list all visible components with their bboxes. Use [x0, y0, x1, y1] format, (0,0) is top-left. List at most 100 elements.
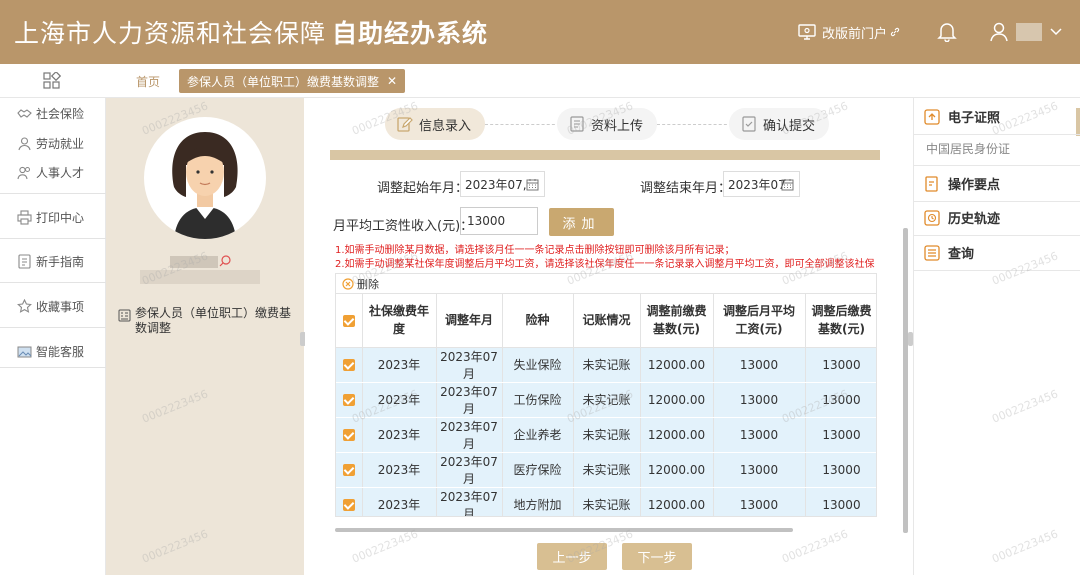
guide-link[interactable]: 操作要点 — [924, 174, 1000, 193]
left-nav: 社会保险 劳动就业 人事人才 打印中心 新手指南 收藏事项 智能客服 — [0, 98, 106, 575]
row-checkbox[interactable] — [336, 347, 363, 383]
delete-button[interactable]: 删除 — [357, 276, 379, 292]
nav-divider — [0, 327, 106, 328]
worker-icon — [18, 137, 31, 151]
profile-name-redacted — [170, 256, 218, 268]
row-checkbox[interactable] — [336, 417, 363, 453]
calendar-icon — [526, 179, 539, 191]
document-icon — [570, 116, 584, 132]
data-table: 社保缴费年度 调整年月 险种 记账情况 调整前缴费基数(元) 调整后月平均工资(… — [336, 294, 876, 516]
link-icon — [890, 27, 900, 37]
nav-divider — [0, 238, 106, 239]
close-icon[interactable]: ✕ — [387, 74, 397, 88]
table-row[interactable]: 2023年 2023年07月 医疗保险 未实记账 12000.00 13000 13000 — [336, 452, 876, 488]
col-header: 调整后月平均工资(元) — [713, 294, 806, 348]
user-menu[interactable] — [988, 21, 1062, 43]
prev-step-button[interactable]: 上一步 — [537, 543, 607, 570]
avg-income-input[interactable]: 13000 — [460, 207, 538, 235]
panel-divider — [914, 134, 1080, 135]
history-icon — [924, 209, 940, 226]
profile-id-redacted — [140, 270, 260, 284]
col-header: 险种 — [502, 294, 574, 348]
monitor-icon — [798, 24, 816, 40]
history-link[interactable]: 历史轨迹 — [924, 208, 1000, 227]
edit-doc-icon — [925, 175, 938, 192]
warning-line-1: 1.如需手动删除某月数据，请选择该月任一一条记录点击删除按钮即可删除该月所有记录… — [335, 245, 735, 256]
horizontal-scrollbar[interactable] — [335, 528, 793, 532]
user-name-redacted — [1016, 23, 1042, 41]
panel-edge-accent — [1076, 108, 1080, 136]
avatar — [144, 117, 266, 239]
nav-item-talent[interactable]: 人事人才 — [17, 164, 84, 181]
nav-divider — [0, 282, 106, 283]
right-panel: 电子证照 中国居民身份证 操作要点 历史轨迹 查询 — [913, 98, 1080, 575]
nav-item-favorites[interactable]: 收藏事项 — [17, 298, 84, 315]
table-row[interactable]: 2023年 2023年07月 工伤保险 未实记账 12000.00 13000 13000 — [336, 382, 876, 418]
vertical-scrollbar[interactable] — [903, 228, 908, 533]
list-icon — [924, 244, 940, 261]
delete-icon — [342, 277, 354, 290]
tab-contribution-adjust[interactable]: 参保人员（单位职工）缴费基数调整 ✕ — [179, 69, 406, 93]
app-title: 上海市人力资源和社会保障 自助经办系统 — [14, 14, 488, 50]
panel-divider — [914, 201, 1080, 202]
col-header: 调整后缴费基数(元) — [805, 294, 876, 348]
next-step-button[interactable]: 下一步 — [622, 543, 692, 570]
table-toolbar: 删除 — [336, 274, 876, 294]
step-connector — [657, 124, 732, 125]
step-info-entry: 信息录入 — [385, 108, 486, 140]
upload-cert-icon — [924, 108, 940, 125]
select-all-checkbox[interactable] — [336, 294, 363, 348]
search-icon[interactable] — [218, 254, 232, 268]
panel-divider — [914, 270, 1080, 271]
edit-icon — [397, 117, 413, 132]
table-header-row: 社保缴费年度 调整年月 险种 记账情况 调整前缴费基数(元) 调整后月平均工资(… — [336, 294, 876, 348]
nav-divider — [0, 367, 106, 368]
app-title-main: 上海市人力资源和社会保障 — [14, 19, 327, 48]
nav-item-print-center[interactable]: 打印中心 — [17, 209, 84, 226]
apps-grid-icon[interactable] — [43, 72, 61, 90]
app-title-bold: 自助经办系统 — [332, 19, 489, 48]
warning-line-2: 2.如需手动调整某社保年度调整后月平均工资，请选择该社保年度任一一条记录录入调整… — [335, 259, 875, 270]
tab-home[interactable]: 首页 — [136, 73, 160, 90]
col-header: 记账情况 — [573, 294, 641, 348]
chevron-down-icon — [1050, 28, 1062, 36]
nav-item-ai-service[interactable]: 智能客服 — [17, 343, 84, 360]
nav-divider — [0, 193, 106, 194]
ecert-link[interactable]: 电子证照 — [924, 107, 1000, 126]
nav-item-employment[interactable]: 劳动就业 — [17, 135, 84, 152]
step-upload: 资料上传 — [557, 108, 658, 140]
end-month-label: 调整结束年月： — [640, 181, 732, 196]
col-header: 社保缴费年度 — [362, 294, 437, 348]
current-service-label: 参保人员（单位职工）缴费基数调整 — [135, 306, 292, 335]
row-checkbox[interactable] — [336, 452, 363, 488]
step-confirm: 确认提交 — [729, 108, 830, 140]
step-connector — [485, 124, 560, 125]
col-header: 调整年月 — [436, 294, 503, 348]
user-icon — [990, 22, 1008, 42]
section-header-bar — [330, 150, 880, 160]
people-icon — [17, 166, 30, 180]
panel-divider — [914, 165, 1080, 166]
tab-bar: 首页 参保人员（单位职工）缴费基数调整 ✕ — [0, 64, 1080, 98]
guide-icon — [18, 254, 31, 269]
start-month-input[interactable]: 2023年07, — [460, 171, 545, 197]
avg-income-label: 月平均工资性收入(元)： — [333, 219, 474, 234]
nav-item-guide[interactable]: 新手指南 — [17, 253, 84, 270]
main-content: 信息录入 资料上传 确认提交 调整起始年月： 2023年07, 调整结束年月： … — [305, 98, 908, 575]
table-row[interactable]: 2023年 2023年07月 地方附加 未实记账 12000.00 13000 13000 — [336, 487, 876, 516]
image-chat-icon — [17, 346, 32, 358]
add-button[interactable]: 添加 — [549, 208, 614, 236]
old-portal-link[interactable]: 改版前门户 — [798, 23, 906, 42]
table-row[interactable]: 2023年 2023年07月 企业养老 未实记账 12000.00 13000 13000 — [336, 417, 876, 453]
table-row[interactable]: 2023年 2023年07月 失业保险 未实记账 12000.00 13000 13000 — [336, 347, 876, 383]
query-link[interactable]: 查询 — [924, 243, 974, 262]
star-icon — [17, 299, 32, 313]
ecert-id-card[interactable]: 中国居民身份证 — [926, 140, 1010, 157]
current-service: 参保人员（单位职工）缴费基数调整 — [118, 306, 298, 336]
profile-panel: 参保人员（单位职工）缴费基数调整 — [106, 98, 304, 575]
end-month-input[interactable]: 2023年07 — [723, 171, 800, 197]
nav-item-social-insurance[interactable]: 社会保险 — [17, 105, 84, 122]
row-checkbox[interactable] — [336, 487, 363, 516]
row-checkbox[interactable] — [336, 382, 363, 418]
notification-bell-icon[interactable] — [936, 20, 958, 45]
